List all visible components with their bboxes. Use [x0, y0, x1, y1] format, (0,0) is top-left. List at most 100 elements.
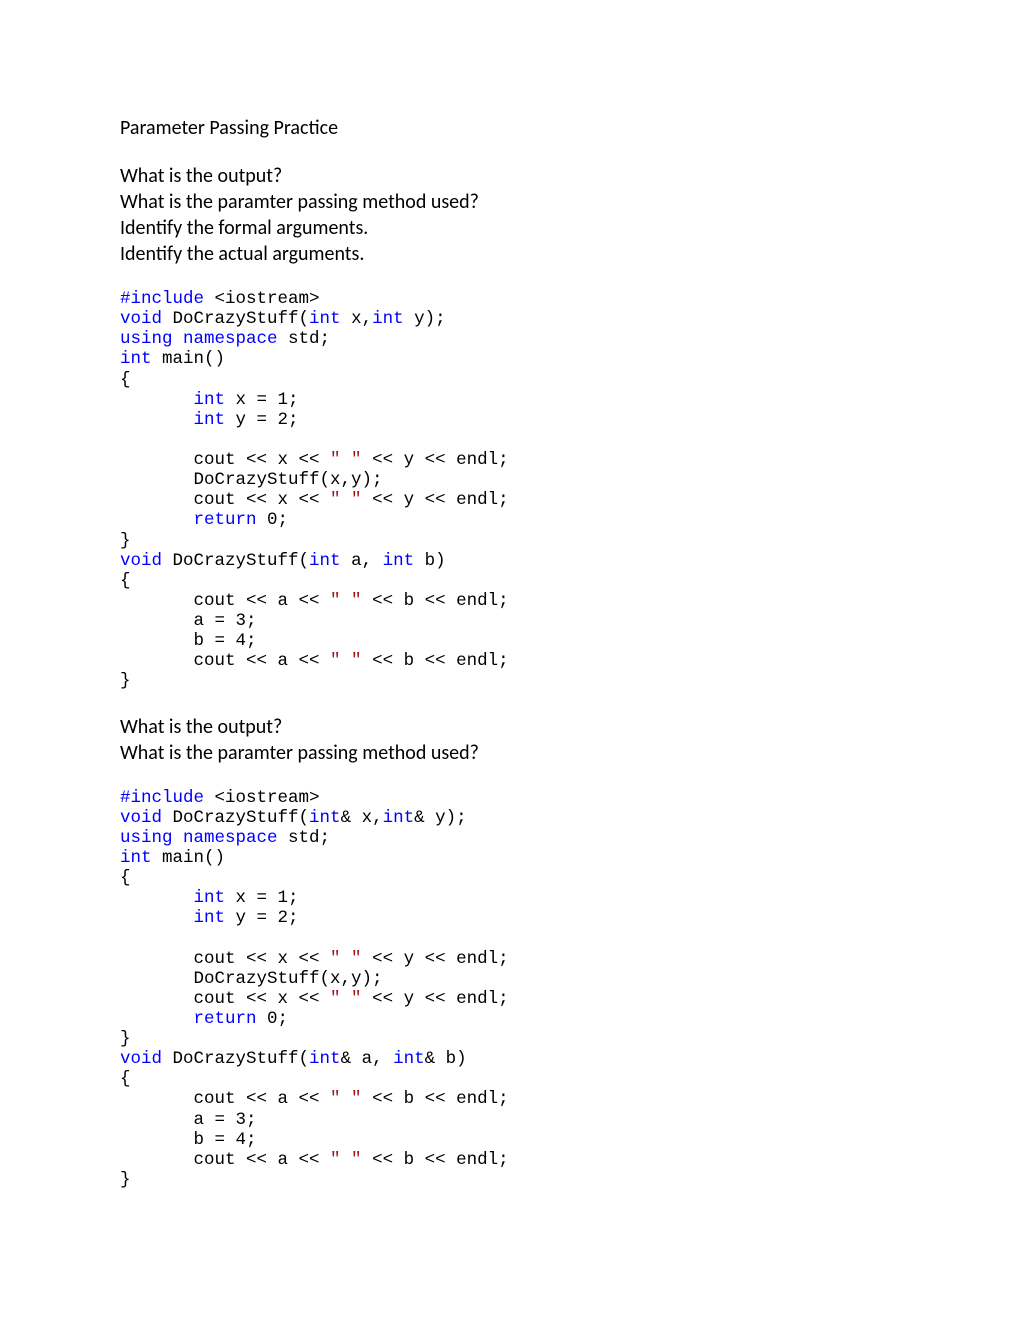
code-text: y = 2; [225, 410, 299, 430]
code-keyword: int [120, 349, 152, 369]
code-text: x = 1; [225, 390, 299, 410]
code-keyword: return [194, 510, 257, 530]
code-string: " " [330, 1150, 362, 1170]
code-text: x, [341, 309, 373, 329]
code-keyword: int [194, 908, 226, 928]
code-text: DoCrazyStuff(x,y); [120, 470, 383, 490]
code-text: cout << a << [120, 1150, 330, 1170]
code-text: << y << endl; [362, 989, 509, 1009]
code-text [120, 510, 194, 530]
code-keyword: int [309, 309, 341, 329]
code-text: cout << x << [120, 490, 330, 510]
code-text: { [120, 868, 131, 888]
code-string: " " [330, 989, 362, 1009]
code-keyword: void [120, 1049, 162, 1069]
code-text: } [120, 1029, 131, 1049]
code-keyword: using [120, 329, 173, 349]
code-keyword: void [120, 808, 162, 828]
code-text: << y << endl; [362, 949, 509, 969]
code-text: std; [278, 329, 331, 349]
question-block-2: What is the output? What is the paramter… [120, 714, 900, 766]
code-text [120, 1009, 194, 1029]
code-text: DoCrazyStuff( [162, 309, 309, 329]
page-title: Parameter Passing Practice [120, 115, 900, 141]
code-keyword: #include [120, 289, 204, 309]
code-string: " " [330, 1089, 362, 1109]
code-text: cout << a << [120, 591, 330, 611]
document-page: Parameter Passing Practice What is the o… [0, 0, 1020, 1190]
code-keyword: return [194, 1009, 257, 1029]
code-text: cout << x << [120, 450, 330, 470]
code-keyword: void [120, 551, 162, 571]
code-text: } [120, 531, 131, 551]
code-text: DoCrazyStuff(x,y); [120, 969, 383, 989]
code-text: { [120, 1069, 131, 1089]
code-string: " " [330, 949, 362, 969]
code-keyword: int [120, 848, 152, 868]
code-text: 0; [257, 1009, 289, 1029]
question-block-1: What is the output? What is the paramter… [120, 163, 900, 267]
code-keyword: namespace [183, 329, 278, 349]
code-keyword: int [194, 390, 226, 410]
code-text: DoCrazyStuff( [162, 551, 309, 571]
code-keyword: int [309, 551, 341, 571]
code-string: " " [330, 490, 362, 510]
code-keyword: using [120, 828, 173, 848]
code-block-2: #include <iostream> void DoCrazyStuff(in… [120, 788, 900, 1191]
code-keyword: #include [120, 788, 204, 808]
code-text: y = 2; [225, 908, 299, 928]
question-line: Identify the actual arguments. [120, 241, 900, 267]
code-block-1: #include <iostream> void DoCrazyStuff(in… [120, 289, 900, 692]
code-keyword: int [194, 888, 226, 908]
code-keyword: int [393, 1049, 425, 1069]
code-text: <iostream> [204, 289, 320, 309]
code-string: " " [330, 450, 362, 470]
code-text: main() [152, 349, 226, 369]
code-text: DoCrazyStuff( [162, 1049, 309, 1069]
code-text: DoCrazyStuff( [162, 808, 309, 828]
code-text: << b << endl; [362, 1150, 509, 1170]
code-text: cout << a << [120, 651, 330, 671]
code-text: cout << x << [120, 989, 330, 1009]
code-text: 0; [257, 510, 289, 530]
code-text: a = 3; [120, 611, 257, 631]
code-text: & x, [341, 808, 383, 828]
code-keyword: namespace [183, 828, 278, 848]
question-line: What is the output? [120, 163, 900, 189]
code-text: } [120, 671, 131, 691]
code-keyword: int [383, 551, 415, 571]
code-text [120, 390, 194, 410]
code-text: std; [278, 828, 331, 848]
code-string: " " [330, 591, 362, 611]
code-text: b = 4; [120, 631, 257, 651]
question-line: What is the output? [120, 714, 900, 740]
code-text: b) [414, 551, 446, 571]
question-line: What is the paramter passing method used… [120, 189, 900, 215]
code-text: { [120, 571, 131, 591]
code-text: cout << x << [120, 949, 330, 969]
code-keyword: int [383, 808, 415, 828]
code-text [120, 410, 194, 430]
code-text [173, 329, 184, 349]
code-keyword: int [372, 309, 404, 329]
code-keyword: int [309, 808, 341, 828]
question-line: Identify the formal arguments. [120, 215, 900, 241]
code-keyword: int [309, 1049, 341, 1069]
code-text: a, [341, 551, 383, 571]
code-text [173, 828, 184, 848]
code-text: main() [152, 848, 226, 868]
code-text: << b << endl; [362, 1089, 509, 1109]
code-text: << y << endl; [362, 490, 509, 510]
code-text [120, 888, 194, 908]
code-text [120, 908, 194, 928]
code-text: <iostream> [204, 788, 320, 808]
code-text: << b << endl; [362, 651, 509, 671]
code-text: a = 3; [120, 1110, 257, 1130]
code-text: << b << endl; [362, 591, 509, 611]
code-text: & y); [414, 808, 467, 828]
code-text: { [120, 370, 131, 390]
code-text: & b) [425, 1049, 467, 1069]
code-text: b = 4; [120, 1130, 257, 1150]
code-text: } [120, 1170, 131, 1190]
code-keyword: int [194, 410, 226, 430]
